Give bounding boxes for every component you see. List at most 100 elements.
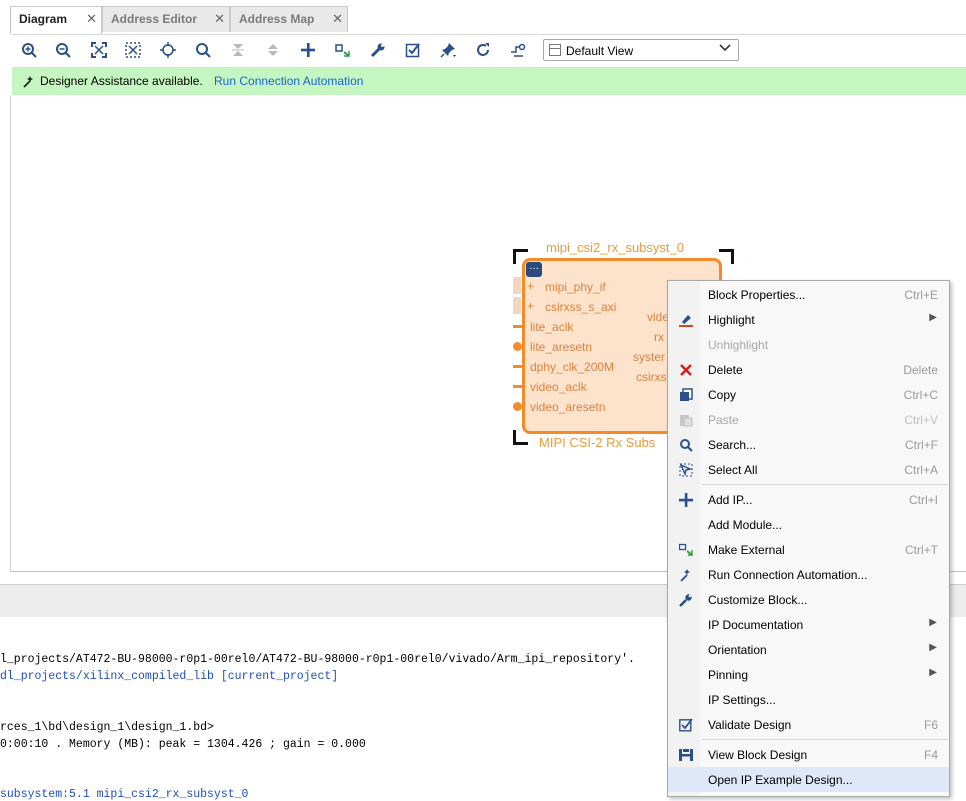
menu-item-paste: Paste Ctrl+V (668, 407, 949, 432)
tab-address-editor[interactable]: Address Editor ✕ (102, 6, 230, 32)
pin-icon[interactable] (437, 39, 459, 61)
zoom-out-icon[interactable] (52, 39, 74, 61)
fit-view-icon[interactable] (88, 39, 110, 61)
run-connection-automation-link[interactable]: Run Connection Automation (214, 74, 363, 88)
zoom-in-icon[interactable] (18, 39, 40, 61)
menu-item-pinning[interactable]: Pinning ▶ (668, 662, 949, 687)
menu-item-label: Customize Block... (708, 593, 808, 607)
menu-item-select-all[interactable]: Select All Ctrl+A (668, 457, 949, 482)
console-line: dl_projects/xilinx_compiled_lib [current… (0, 670, 339, 683)
pin-video-aclk[interactable]: video_aclk (530, 380, 587, 394)
view-select[interactable]: Default View (543, 39, 739, 61)
menu-item-orientation[interactable]: Orientation ▶ (668, 637, 949, 662)
menu-item-label: Pinning (708, 668, 749, 682)
close-icon[interactable]: ✕ (214, 11, 225, 27)
pin-dphy-clk-200m[interactable]: dphy_clk_200M (530, 360, 614, 374)
pin-line (513, 325, 522, 328)
menu-item-shortcut: Ctrl+F (905, 438, 938, 452)
block-menu-icon[interactable]: … (526, 262, 542, 277)
pin-csirxss-s-axi[interactable]: csirxss_s_axi (545, 300, 616, 314)
menu-item-add-ip[interactable]: Add IP... Ctrl+I (668, 487, 949, 512)
close-icon[interactable]: ✕ (86, 11, 97, 27)
menu-item-block-properties[interactable]: Block Properties... Ctrl+E (668, 282, 949, 307)
menu-item-open-ip-example-design[interactable]: Open IP Example Design... (668, 767, 949, 792)
menu-separator (702, 484, 948, 485)
make-external-icon (677, 541, 694, 558)
menu-item-label: IP Settings... (708, 693, 776, 707)
menu-item-label: View Block Design (708, 748, 808, 762)
menu-item-label: Orientation (708, 643, 767, 657)
menu-item-label: Add IP... (708, 493, 753, 507)
menu-item-run-connection-automation[interactable]: Run Connection Automation... (668, 562, 949, 587)
pin-lite-aclk[interactable]: lite_aclk (530, 320, 573, 334)
pin-video-out[interactable]: vide (647, 310, 669, 324)
submenu-arrow-icon: ▶ (929, 667, 937, 678)
menu-item-shortcut: Ctrl+I (908, 493, 938, 507)
menu-item-ip-settings[interactable]: IP Settings... (668, 687, 949, 712)
menu-item-search[interactable]: Search... Ctrl+F (668, 432, 949, 457)
tab-label: Address Map (239, 12, 315, 26)
copy-icon (677, 386, 694, 403)
pin-csirxss[interactable]: csirxs (636, 370, 667, 384)
expand-icon[interactable]: + (527, 299, 534, 313)
menu-item-shortcut: Ctrl+C (903, 388, 938, 402)
menu-item-label: Unhighlight (708, 338, 769, 352)
close-icon[interactable]: ✕ (332, 11, 343, 27)
highlight-brush-icon (677, 311, 694, 328)
submenu-arrow-icon: ▶ (929, 642, 937, 653)
customize-wrench-icon (677, 591, 694, 608)
search-icon[interactable] (192, 39, 214, 61)
auto-connect-icon[interactable] (157, 39, 179, 61)
customize-wrench-icon[interactable] (367, 39, 389, 61)
pin-stub (513, 297, 521, 314)
menu-item-delete[interactable]: Delete Delete (668, 357, 949, 382)
fit-selection-icon[interactable] (122, 39, 144, 61)
view-block-design-icon (677, 746, 694, 763)
tab-label: Diagram (19, 12, 68, 26)
menu-item-view-block-design[interactable]: View Block Design F4 (668, 742, 949, 767)
menu-item-label: Copy (708, 388, 737, 402)
tab-diagram[interactable]: Diagram ✕ (10, 6, 102, 34)
menu-item-highlight[interactable]: Highlight ▶ (668, 307, 949, 332)
console-line: 0:00:10 . Memory (MB): peak = 1304.426 ;… (0, 738, 366, 751)
menu-item-label: Make External (708, 543, 785, 557)
menu-item-make-external[interactable]: Make External Ctrl+T (668, 537, 949, 562)
expand-icon[interactable]: + (527, 279, 534, 293)
menu-item-label: Select All (708, 463, 758, 477)
view-icon (549, 44, 561, 56)
menu-item-customize-block[interactable]: Customize Block... (668, 587, 949, 612)
menu-item-shortcut: Ctrl+T (905, 543, 938, 557)
banner-text: Designer Assistance available. (40, 74, 203, 88)
pin-rx[interactable]: rx (654, 330, 664, 344)
menu-item-ip-documentation[interactable]: IP Documentation ▶ (668, 612, 949, 637)
regenerate-layout-icon[interactable] (472, 39, 494, 61)
block-subtitle: MIPI CSI-2 Rx Subs (539, 435, 656, 450)
console-line: subsystem:5.1 mipi_csi2_rx_subsyst_0 (0, 788, 249, 801)
pin-mipi-phy-if[interactable]: mipi_phy_if (545, 280, 606, 294)
pin-video-aresetn[interactable]: video_aresetn (530, 400, 605, 414)
select-all-icon (677, 461, 694, 478)
tab-address-map[interactable]: Address Map ✕ (230, 6, 348, 32)
make-external-icon[interactable] (332, 39, 354, 61)
menu-item-label: Search... (708, 438, 757, 452)
pin-system[interactable]: syster (633, 350, 665, 364)
add-ip-icon[interactable] (297, 39, 319, 61)
submenu-arrow-icon: ▶ (929, 617, 937, 628)
pin-lite-aresetn[interactable]: lite_aresetn (530, 340, 592, 354)
tab-label: Address Editor (111, 12, 198, 26)
view-select-value: Default View (566, 44, 634, 58)
validate-icon (677, 716, 694, 733)
menu-item-label: Run Connection Automation... (708, 568, 868, 582)
validate-icon[interactable] (402, 39, 424, 61)
menu-item-validate-design[interactable]: Validate Design F6 (668, 712, 949, 737)
optimize-routing-icon[interactable] (507, 39, 529, 61)
block-instance-name: mipi_csi2_rx_subsyst_0 (546, 240, 685, 255)
delete-x-icon (677, 361, 694, 378)
search-icon (677, 436, 694, 453)
menu-item-add-module[interactable]: Add Module... (668, 512, 949, 537)
menu-item-copy[interactable]: Copy Ctrl+C (668, 382, 949, 407)
menu-item-label: Paste (708, 413, 739, 427)
collapse-all-icon[interactable] (227, 39, 249, 61)
menu-separator (702, 739, 948, 740)
expand-all-icon[interactable] (262, 39, 284, 61)
